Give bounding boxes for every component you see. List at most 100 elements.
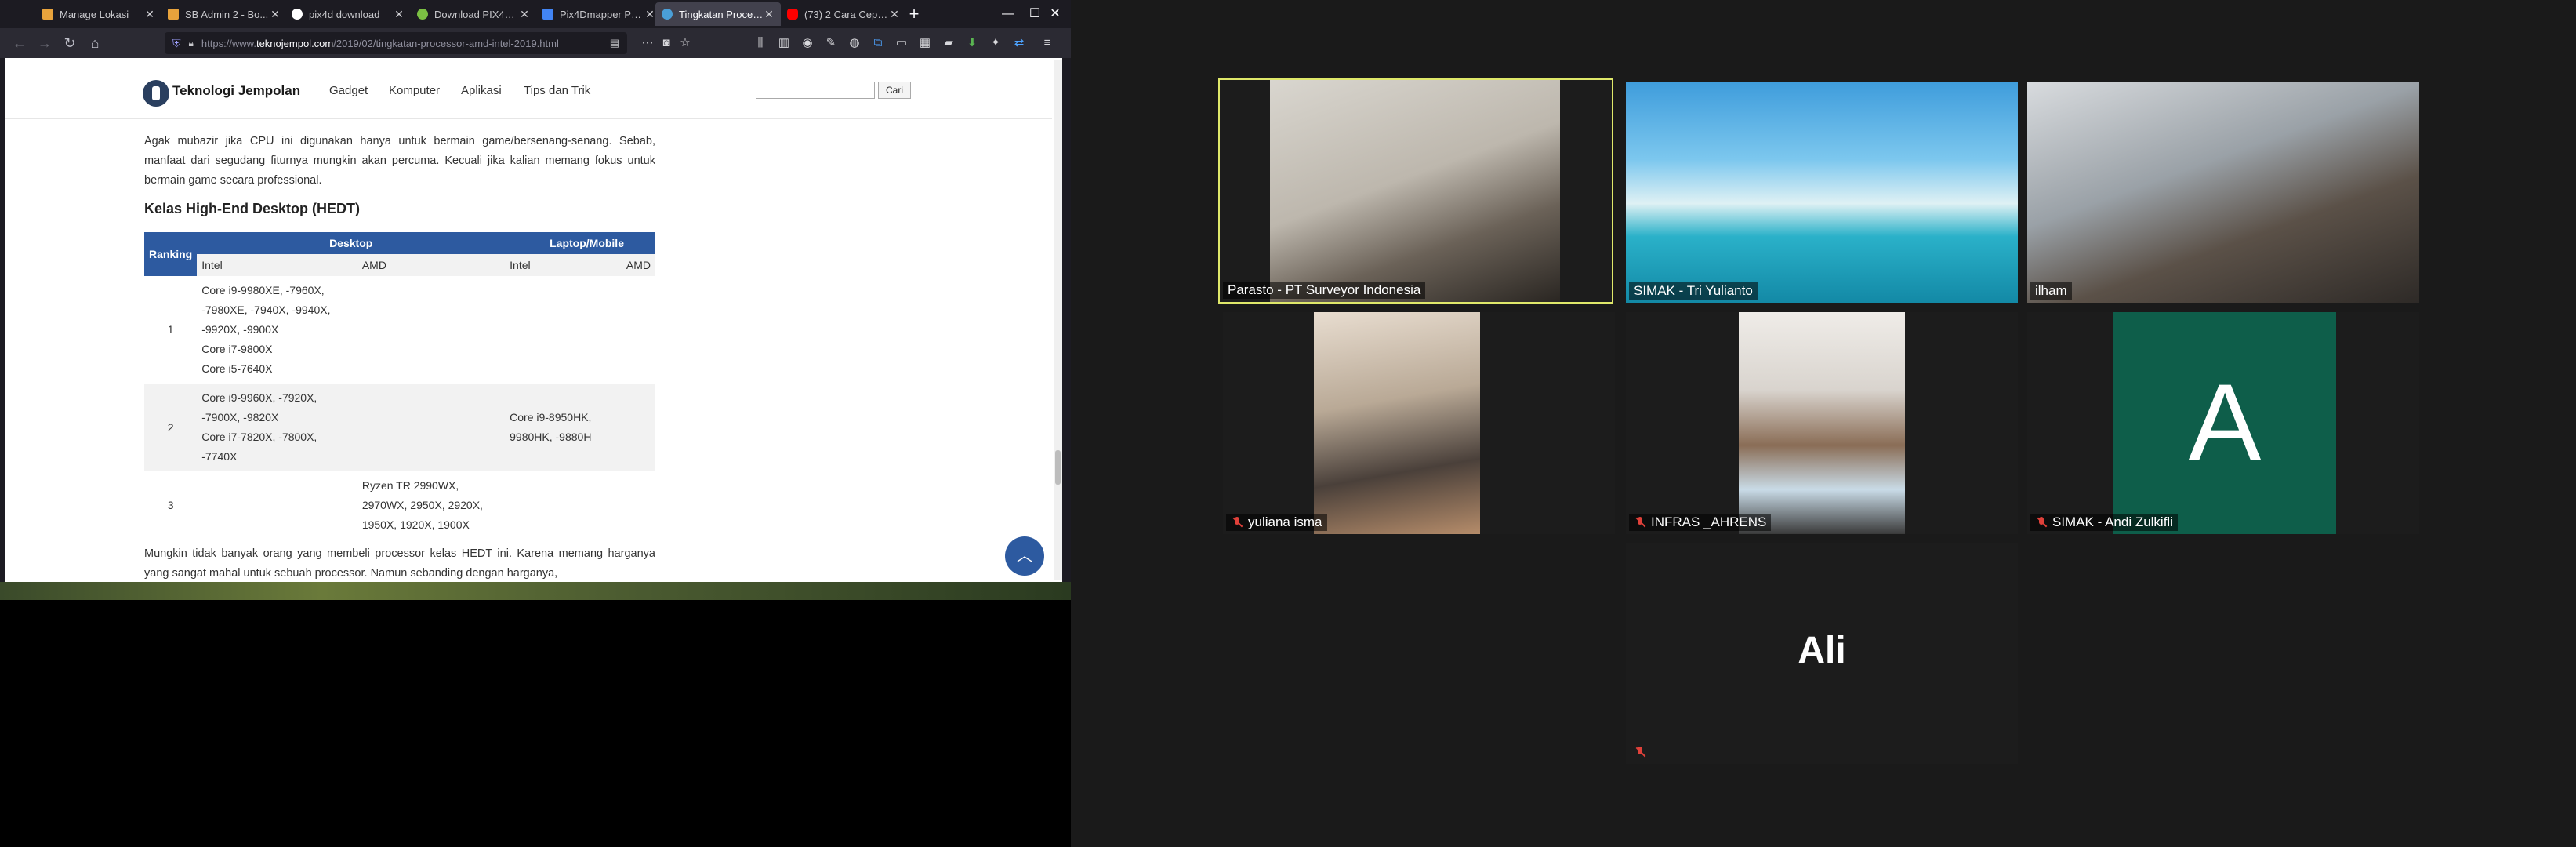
cell-line: Core i9-8950HK,	[510, 411, 592, 424]
close-tab-icon[interactable]: ✕	[394, 8, 405, 21]
close-tab-icon[interactable]: ✕	[764, 8, 775, 21]
sidebar-icon[interactable]: ▥	[776, 35, 792, 51]
cell-line: Core i9-9980XE, -7960X,	[201, 284, 325, 296]
pocket-icon[interactable]: ◙	[659, 35, 674, 51]
close-tab-icon[interactable]: ✕	[519, 8, 530, 21]
mobile-amd-cell	[622, 471, 655, 540]
section-heading: Kelas High-End Desktop (HEDT)	[144, 201, 361, 216]
microphone-muted-icon	[1634, 516, 1646, 529]
addon-icon[interactable]: ✦	[988, 35, 1003, 51]
rank-header: Ranking	[144, 232, 198, 276]
participant-name: ilham	[2035, 283, 2067, 298]
navigation-toolbar: ← → ↻ ⌂ ⛨ 🔒︎ https://www.teknojempol.com…	[0, 28, 1071, 58]
download-icon[interactable]: ⬇	[964, 35, 980, 51]
sync-icon[interactable]: ⇄	[1011, 35, 1027, 51]
close-tab-icon[interactable]: ✕	[644, 8, 655, 21]
desktop-wallpaper-strip	[0, 582, 1071, 600]
forward-arrow-icon[interactable]: →	[34, 33, 55, 53]
participant-video	[2027, 82, 2419, 303]
home-icon[interactable]: ⌂	[85, 33, 105, 53]
participant-tile[interactable]: A SIMAK - Andi Zulkifli	[2027, 312, 2419, 534]
desktop-intel-cell: Core i9-9980XE, -7960X, -7980XE, -7940X,…	[197, 276, 357, 384]
participant-tile[interactable]: ilham	[2027, 82, 2419, 303]
tab-download-pix4d[interactable]: Download PIX4D... ✕	[411, 2, 536, 26]
desktop-header: Desktop	[197, 232, 506, 254]
screenshot-icon[interactable]: ▭	[894, 35, 909, 51]
chevron-up-icon: ︿	[1017, 547, 1032, 565]
menu-tips-dan-trik[interactable]: Tips dan Trik	[524, 84, 590, 97]
rank-cell: 3	[167, 499, 174, 511]
participant-tile[interactable]: Ali	[1626, 543, 2018, 764]
lock-icon[interactable]: 🔒︎	[189, 38, 194, 49]
extension-icon[interactable]: ✎	[823, 35, 839, 51]
table-row: 2 Core i9-9960X, -7920X, -7900X, -9820X …	[144, 384, 655, 471]
search-button[interactable]: Cari	[878, 82, 911, 99]
shield-icon[interactable]: ⛨	[172, 37, 181, 50]
tab-tingkatan-processor[interactable]: Tingkatan Proces... ✕	[655, 2, 781, 26]
window-close-button[interactable]: ✕	[1039, 3, 1071, 25]
participant-tile[interactable]: Parasto - PT Surveyor Indonesia	[1218, 78, 1613, 304]
table-row: 1 Core i9-9980XE, -7960X, -7980XE, -7940…	[144, 276, 655, 384]
globe-icon[interactable]: ◍	[847, 35, 862, 51]
reload-icon[interactable]: ↻	[60, 33, 80, 53]
rank-cell: 1	[167, 323, 174, 336]
url-text[interactable]: https://www.teknojempol.com/2019/02/ting…	[201, 38, 602, 49]
participant-tile[interactable]: yuliana isma	[1223, 312, 1615, 534]
mobile-amd-cell	[622, 276, 655, 384]
menu-hamburger-icon[interactable]: ≡	[1039, 35, 1055, 51]
shelf-icon[interactable]: ▰	[941, 35, 956, 51]
youtube-icon	[787, 9, 798, 20]
microphone-muted-icon	[1634, 746, 1646, 758]
table-row: 3 Ryzen TR 2990WX, 2970WX, 2950X, 2920X,…	[144, 471, 655, 540]
vertical-scrollbar[interactable]	[1054, 60, 1062, 580]
close-tab-icon[interactable]: ✕	[889, 8, 900, 21]
cell-line: Core i5-7640X	[201, 362, 273, 375]
participant-name-tag	[1629, 743, 1656, 761]
outro-paragraph: Mungkin tidak banyak orang yang membeli …	[144, 547, 655, 580]
translate-icon[interactable]: ⧉	[870, 35, 886, 51]
reader-view-icon[interactable]: ▤	[610, 37, 619, 49]
participant-tile[interactable]: INFRAS _AHRENS	[1626, 312, 2018, 534]
microphone-muted-icon	[1231, 516, 1243, 529]
back-arrow-icon[interactable]: ←	[9, 33, 30, 53]
close-tab-icon[interactable]: ✕	[144, 8, 155, 21]
participant-name: SIMAK - Tri Yulianto	[1634, 283, 1753, 298]
desktop-amd-cell	[357, 276, 505, 384]
scrollbar-thumb[interactable]	[1055, 450, 1061, 485]
back-to-top-button[interactable]: ︿	[1005, 536, 1044, 576]
account-icon[interactable]: ◉	[800, 35, 815, 51]
participant-name-tag: SIMAK - Tri Yulianto	[1629, 282, 1758, 300]
desktop-intel-cell	[197, 471, 357, 540]
more-actions-icon[interactable]: ⋯	[640, 35, 655, 51]
site-logo-icon[interactable]	[143, 80, 169, 107]
tab-pix4dmapper[interactable]: Pix4Dmapper Pro... ✕	[536, 2, 662, 26]
favicon-icon	[662, 9, 673, 20]
menu-komputer[interactable]: Komputer	[389, 84, 440, 97]
menu-aplikasi[interactable]: Aplikasi	[461, 84, 502, 97]
tab-youtube[interactable]: (73) 2 Cara Cepat... ✕	[781, 2, 906, 26]
cell-line: -7740X	[201, 450, 238, 463]
participant-tile[interactable]: SIMAK - Tri Yulianto	[1626, 82, 2018, 303]
cell-line: -7900X, -9820X	[201, 411, 279, 424]
microphone-muted-icon	[2035, 516, 2048, 529]
cell-line: Core i9-9960X, -7920X,	[201, 391, 317, 404]
tab-sb-admin[interactable]: SB Admin 2 - Bo... ✕	[161, 2, 287, 26]
site-title[interactable]: Teknologi Jempolan	[172, 83, 300, 99]
container-icon[interactable]: ▦	[917, 35, 933, 51]
bookmark-star-icon[interactable]: ☆	[677, 35, 693, 51]
google-icon	[292, 9, 303, 20]
search-input[interactable]	[756, 82, 875, 99]
close-tab-icon[interactable]: ✕	[270, 8, 281, 21]
library-icon[interactable]: ⫼	[753, 35, 768, 51]
tab-pix4d-download[interactable]: pix4d download ✕	[285, 2, 411, 26]
page-viewport: Teknologi Jempolan Gadget Komputer Aplik…	[5, 58, 1062, 582]
menu-gadget[interactable]: Gadget	[329, 84, 368, 97]
address-bar[interactable]: ⛨ 🔒︎ https://www.teknojempol.com/2019/02…	[165, 32, 627, 54]
favicon-icon	[168, 9, 179, 20]
cell-line: Core i7-9800X	[201, 343, 273, 355]
participant-name-tag: SIMAK - Andi Zulkifli	[2030, 514, 2178, 531]
tab-manage-lokasi[interactable]: Manage Lokasi ✕	[36, 2, 161, 26]
desktop-amd-cell: Ryzen TR 2990WX, 2970WX, 2950X, 2920X, 1…	[357, 471, 622, 540]
participant-video	[1739, 312, 1905, 534]
new-tab-button[interactable]: +	[903, 3, 925, 25]
